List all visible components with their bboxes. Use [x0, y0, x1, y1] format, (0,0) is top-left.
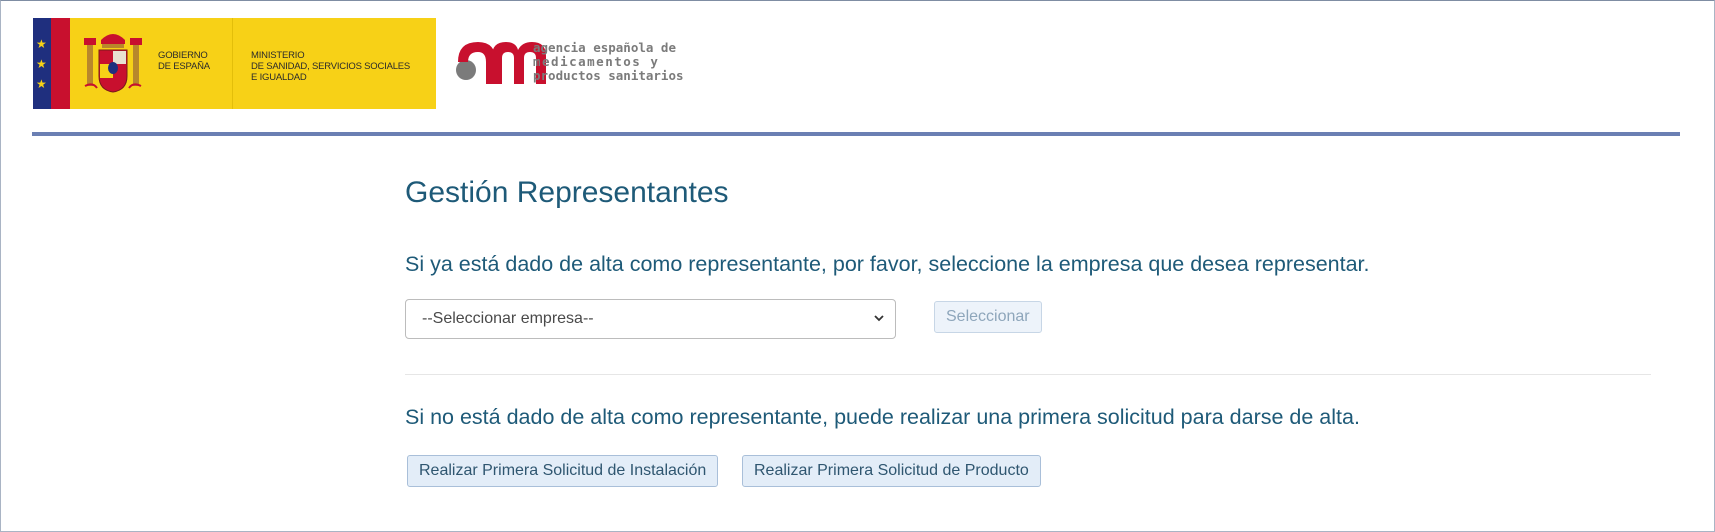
aemps-text: agencia española de medicamentos y produ… [533, 41, 684, 83]
coat-of-arms-icon [84, 34, 142, 93]
product-request-button[interactable]: Realizar Primera Solicitud de Producto [742, 455, 1041, 487]
aemps-line: productos sanitarios [533, 68, 684, 83]
registered-prompt: Si ya está dado de alta como representan… [405, 252, 1370, 276]
eu-flag-strip: ★ ★ ★ [33, 18, 51, 109]
page-title: Gestión Representantes [405, 176, 729, 209]
header-rule [32, 132, 1680, 136]
gobierno-text: GOBIERNO DE ESPAÑA [158, 50, 210, 72]
company-select[interactable]: --Seleccionar empresa-- [405, 299, 896, 339]
gobierno-de-espana-logo: ★ ★ ★ GOBIERNO DE ESPAÑA MINISTERIO DE S… [33, 18, 436, 109]
star-icon: ★ [36, 37, 47, 51]
yellow-strip [70, 18, 78, 109]
logo-divider [232, 18, 233, 109]
ministerio-text: MINISTERIO DE SANIDAD, SERVICIOS SOCIALE… [251, 50, 410, 83]
company-select-value: --Seleccionar empresa-- [422, 310, 594, 327]
gobierno-line: GOBIERNO [158, 50, 208, 61]
gobierno-line: DE ESPAÑA [158, 61, 210, 72]
install-request-button[interactable]: Realizar Primera Solicitud de Instalació… [407, 455, 719, 487]
star-icon: ★ [36, 57, 47, 71]
aemps-line: agencia española de [533, 40, 676, 55]
ministerio-line: E IGUALDAD [251, 72, 307, 83]
aemps-line: medicamentos y [533, 54, 660, 69]
ministerio-line: MINISTERIO [251, 50, 305, 61]
section-divider [405, 374, 1651, 375]
star-icon: ★ [36, 77, 47, 91]
seleccionar-button[interactable]: Seleccionar [934, 301, 1042, 333]
ministerio-line: DE SANIDAD, SERVICIOS SOCIALES [251, 61, 411, 72]
red-strip [51, 18, 70, 109]
chevron-down-icon [874, 315, 884, 322]
unregistered-prompt: Si no está dado de alta como representan… [405, 405, 1360, 429]
